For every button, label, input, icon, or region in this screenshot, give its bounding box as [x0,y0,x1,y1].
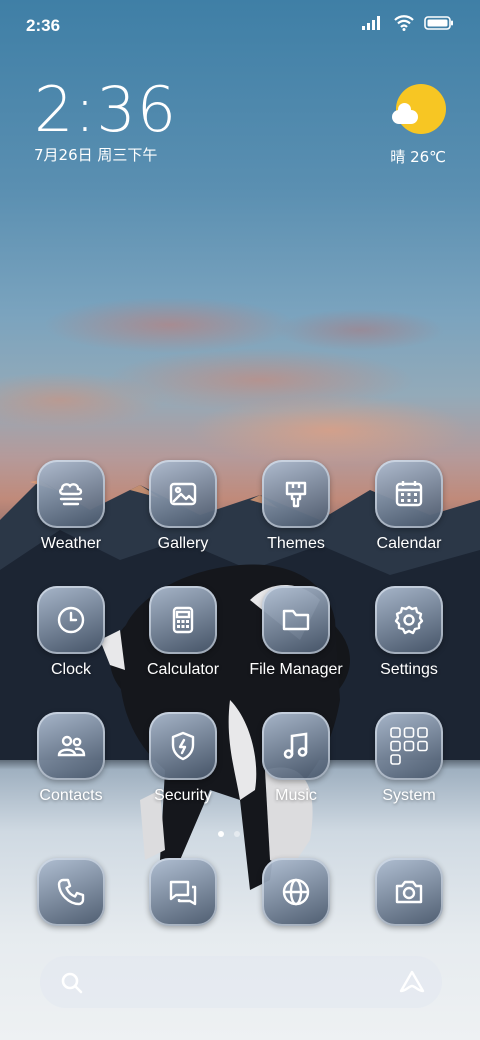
app-label: System [382,787,436,804]
app-security[interactable]: Security [128,712,238,805]
app-label: Music [275,787,317,804]
status-time: 2:36 [26,16,61,35]
cloud-icon [392,103,418,124]
app-clock[interactable]: Clock [16,586,126,679]
calendar-icon [395,481,423,507]
app-label: Contacts [39,787,103,804]
app-label: Calendar [376,535,442,552]
page-dot [234,831,240,837]
dock-phone[interactable] [16,858,126,926]
app-music[interactable]: Music [241,712,351,805]
folder-icon [282,609,310,631]
clock-widget[interactable]: 2:36 7月26日 周三下午 [34,78,177,165]
calculator-icon [172,606,194,634]
weather-icon [59,483,83,506]
app-label: Clock [50,661,91,678]
assistant-icon[interactable] [398,969,426,995]
music-note-icon [283,732,308,759]
app-settings[interactable]: Settings [354,586,464,679]
dock-browser[interactable] [241,858,351,926]
app-label: Gallery [157,535,209,552]
app-label: Weather [40,535,102,552]
messages-icon [169,880,197,906]
search-icon [61,972,83,994]
phone-icon [57,878,85,906]
search-bar[interactable] [40,956,442,1008]
widget-time: 2:36 [34,73,178,146]
app-themes[interactable]: Themes [241,460,351,553]
app-label: Calculator [146,661,220,678]
camera-icon [395,880,423,904]
weather-widget[interactable]: 晴 26℃ [376,84,446,174]
shield-icon [171,731,195,761]
signal-icon [362,16,380,30]
app-weather[interactable]: Weather [16,460,126,553]
gear-icon [394,605,424,635]
page-dot-active [218,831,224,837]
dock-camera[interactable] [354,858,464,926]
battery-icon [424,16,453,30]
app-label: Settings [380,661,438,678]
contacts-icon [57,735,86,757]
widget-date: 7月26日 周三下午 [34,146,158,164]
dock-messages[interactable] [128,858,238,926]
gallery-icon [169,482,197,506]
clock-icon [57,606,85,634]
page-indicator[interactable] [218,831,240,837]
app-calculator[interactable]: Calculator [128,586,238,679]
weather-temperature: 晴 26℃ [390,148,446,166]
app-label: Themes [267,535,325,552]
app-calendar[interactable]: Calendar [354,460,464,553]
themes-icon [285,481,307,508]
folder-grid-icon [390,727,428,765]
app-label: Security [154,787,212,804]
app-gallery[interactable]: Gallery [128,460,238,553]
wifi-icon [394,15,414,31]
app-label: File Manager [249,661,343,678]
status-bar: 2:36 [0,0,480,48]
browser-icon [282,878,310,906]
app-file-manager[interactable]: File Manager [241,586,351,679]
app-system-folder[interactable]: System [354,712,464,805]
app-contacts[interactable]: Contacts [16,712,126,805]
